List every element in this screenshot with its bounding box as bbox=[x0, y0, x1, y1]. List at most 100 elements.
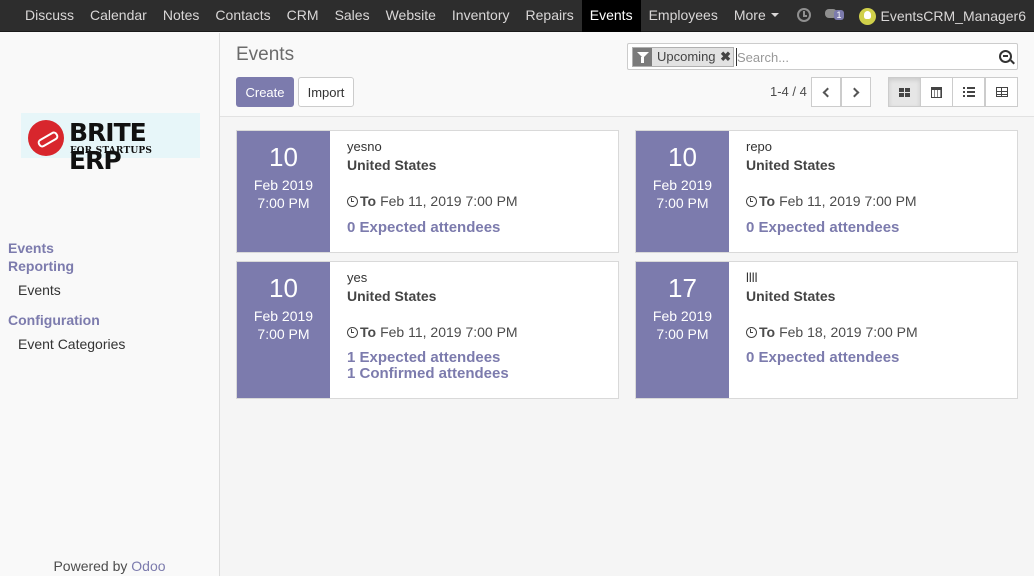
powered-by-label: Powered by bbox=[53, 558, 128, 574]
logo-mark-icon bbox=[28, 120, 64, 156]
menu-discuss[interactable]: Discuss bbox=[17, 0, 82, 32]
event-end: To Feb 11, 2019 7:00 PM bbox=[347, 324, 518, 340]
avatar bbox=[859, 7, 877, 25]
sidebar-item-reporting-events[interactable]: Events bbox=[18, 282, 61, 298]
event-country: United States bbox=[347, 157, 437, 173]
event-country: United States bbox=[347, 288, 437, 304]
sidebar-item-events[interactable]: Events bbox=[8, 240, 54, 256]
odoo-link[interactable]: Odoo bbox=[131, 558, 165, 574]
event-time: 7:00 PM bbox=[656, 195, 709, 211]
clock-icon bbox=[797, 7, 812, 22]
event-end-label: To bbox=[759, 324, 776, 340]
chevron-left-icon bbox=[822, 87, 833, 97]
systray: 1 EventsCRM_Manager6 bbox=[797, 0, 1026, 32]
event-time: 7:00 PM bbox=[656, 326, 709, 342]
expected-attendees: 0 Expected attendees bbox=[746, 219, 900, 236]
sidebar-section-configuration[interactable]: Configuration bbox=[8, 312, 100, 328]
sidebar: BRITE ERP FOR STARTUPS Events Reporting … bbox=[0, 33, 220, 576]
list-icon bbox=[962, 87, 975, 97]
menu-more-label: More bbox=[733, 7, 766, 23]
clock-icon bbox=[746, 195, 757, 207]
kanban-view-button[interactable] bbox=[888, 77, 921, 107]
activity-button[interactable] bbox=[797, 7, 812, 25]
event-month: Feb 2019 bbox=[253, 177, 314, 193]
create-button[interactable]: Create bbox=[236, 77, 294, 107]
search-input[interactable] bbox=[736, 48, 986, 66]
page-title: Events bbox=[236, 44, 295, 65]
menu-sales[interactable]: Sales bbox=[327, 0, 378, 32]
menu-crm[interactable]: CRM bbox=[279, 0, 327, 32]
event-date-block: 10 Feb 2019 7:00 PM bbox=[237, 262, 330, 398]
chat-icon: 1 bbox=[825, 8, 845, 22]
messaging-button[interactable]: 1 bbox=[825, 8, 845, 25]
calendar-view-button[interactable] bbox=[920, 77, 953, 107]
pager-next-button[interactable] bbox=[841, 77, 871, 107]
sidebar-section-reporting[interactable]: Reporting bbox=[8, 258, 74, 274]
event-end-label: To bbox=[360, 324, 377, 340]
menu-more[interactable]: More bbox=[726, 0, 787, 32]
event-day: 10 bbox=[269, 273, 298, 303]
chat-count-badge: 1 bbox=[834, 9, 844, 20]
event-end-date: Feb 11, 2019 7:00 PM bbox=[380, 193, 518, 209]
pivot-view-button[interactable] bbox=[985, 77, 1018, 107]
kanban-icon bbox=[899, 87, 910, 97]
calendar-icon bbox=[931, 86, 942, 98]
event-name: llll bbox=[746, 270, 758, 285]
remove-facet-button[interactable]: ✖ bbox=[719, 48, 733, 66]
control-panel-divider bbox=[220, 116, 1034, 117]
search-bar: Upcoming ✖ bbox=[627, 43, 1018, 70]
filter-icon bbox=[633, 48, 652, 66]
event-country: United States bbox=[746, 288, 836, 304]
event-end-date: Feb 18, 2019 7:00 PM bbox=[779, 324, 918, 340]
menu-website[interactable]: Website bbox=[378, 0, 444, 32]
search-icon[interactable] bbox=[999, 50, 1012, 63]
menu-calendar[interactable]: Calendar bbox=[82, 0, 155, 32]
event-day: 17 bbox=[668, 273, 697, 303]
menu-employees[interactable]: Employees bbox=[641, 0, 726, 32]
event-time: 7:00 PM bbox=[257, 326, 310, 342]
event-end-label: To bbox=[360, 193, 377, 209]
event-name: yes bbox=[347, 270, 368, 285]
menu-notes[interactable]: Notes bbox=[155, 0, 208, 32]
menu-contacts[interactable]: Contacts bbox=[207, 0, 278, 32]
import-button[interactable]: Import bbox=[298, 77, 354, 107]
expected-attendees: 1 Expected attendees bbox=[347, 349, 501, 366]
chevron-right-icon bbox=[849, 87, 860, 97]
event-card[interactable]: 17 Feb 2019 7:00 PM llll United States T… bbox=[635, 261, 1018, 399]
sidebar-item-event-categories[interactable]: Event Categories bbox=[18, 336, 125, 352]
event-end-date: Feb 11, 2019 7:00 PM bbox=[380, 324, 518, 340]
menu-repairs[interactable]: Repairs bbox=[518, 0, 582, 32]
user-menu[interactable]: EventsCRM_Manager6 bbox=[859, 7, 1026, 25]
event-card[interactable]: 10 Feb 2019 7:00 PM yes United States To… bbox=[236, 261, 619, 399]
event-name: yesno bbox=[347, 139, 382, 154]
event-end: To Feb 18, 2019 7:00 PM bbox=[746, 324, 918, 340]
event-date-block: 10 Feb 2019 7:00 PM bbox=[636, 131, 729, 252]
app-menu: Discuss Calendar Notes Contacts CRM Sale… bbox=[17, 0, 787, 32]
event-date-block: 17 Feb 2019 7:00 PM bbox=[636, 262, 729, 398]
menu-inventory[interactable]: Inventory bbox=[444, 0, 518, 32]
event-card[interactable]: 10 Feb 2019 7:00 PM yesno United States … bbox=[236, 130, 619, 253]
event-day: 10 bbox=[668, 142, 697, 172]
top-navbar: Discuss Calendar Notes Contacts CRM Sale… bbox=[0, 0, 1034, 32]
clock-icon bbox=[347, 195, 358, 207]
event-end: To Feb 11, 2019 7:00 PM bbox=[746, 193, 917, 209]
company-logo: BRITE ERP FOR STARTUPS bbox=[21, 113, 200, 175]
table-icon bbox=[995, 87, 1008, 97]
event-end-date: Feb 11, 2019 7:00 PM bbox=[779, 193, 917, 209]
event-card[interactable]: 10 Feb 2019 7:00 PM repo United States T… bbox=[635, 130, 1018, 253]
filter-facet-label: Upcoming bbox=[657, 49, 716, 64]
menu-events[interactable]: Events bbox=[581, 0, 641, 32]
clock-icon bbox=[746, 326, 757, 338]
event-day: 10 bbox=[269, 142, 298, 172]
user-name: EventsCRM_Manager6 bbox=[880, 8, 1026, 24]
pager-value[interactable]: 1-4 / 4 bbox=[770, 84, 807, 99]
event-end-label: To bbox=[759, 193, 776, 209]
event-name: repo bbox=[746, 139, 773, 154]
pager-previous-button[interactable] bbox=[811, 77, 841, 107]
powered-by: Powered by Odoo bbox=[0, 558, 219, 574]
logo-tagline: FOR STARTUPS bbox=[70, 146, 153, 156]
event-month: Feb 2019 bbox=[652, 308, 713, 324]
event-country: United States bbox=[746, 157, 836, 173]
list-view-button[interactable] bbox=[952, 77, 985, 107]
filter-facet: Upcoming ✖ bbox=[632, 47, 734, 67]
